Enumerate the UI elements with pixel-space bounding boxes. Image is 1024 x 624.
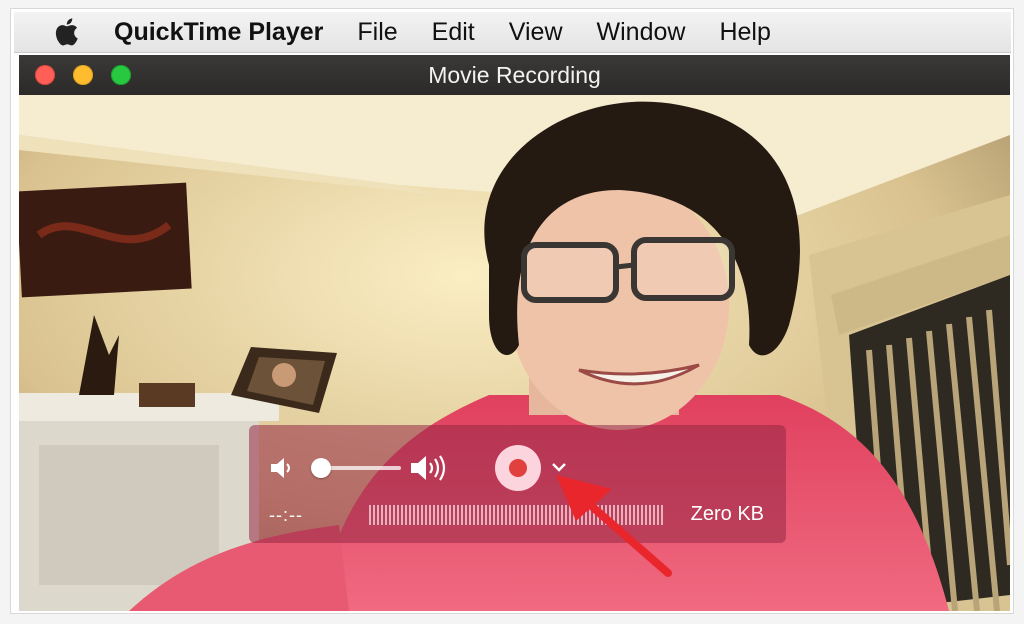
minimize-button[interactable] <box>73 65 93 85</box>
file-size: Zero KB <box>690 503 764 525</box>
app-menu[interactable]: QuickTime Player <box>114 18 323 47</box>
menu-file[interactable]: File <box>357 18 397 47</box>
volume-low-icon[interactable] <box>269 455 295 481</box>
close-button[interactable] <box>35 65 55 85</box>
window-title: Movie Recording <box>428 62 601 88</box>
menu-view[interactable]: View <box>509 18 563 47</box>
zoom-button[interactable] <box>111 65 131 85</box>
title-bar: Movie Recording <box>19 55 1010 95</box>
recording-controls: --:-- Zero KB <box>249 425 786 543</box>
record-button[interactable] <box>495 445 541 491</box>
record-icon <box>509 459 527 477</box>
menu-window[interactable]: Window <box>597 18 686 47</box>
annotation-arrow <box>556 475 672 577</box>
recording-time: --:-- <box>269 505 303 525</box>
volume-high-icon[interactable] <box>409 453 449 483</box>
apple-icon[interactable] <box>52 17 80 47</box>
menu-edit[interactable]: Edit <box>432 18 475 47</box>
volume-slider-knob[interactable] <box>311 458 332 478</box>
menu-bar: QuickTime Player File Edit View Window H… <box>14 12 1011 53</box>
menu-help[interactable]: Help <box>719 18 770 47</box>
volume-slider[interactable] <box>311 458 401 478</box>
